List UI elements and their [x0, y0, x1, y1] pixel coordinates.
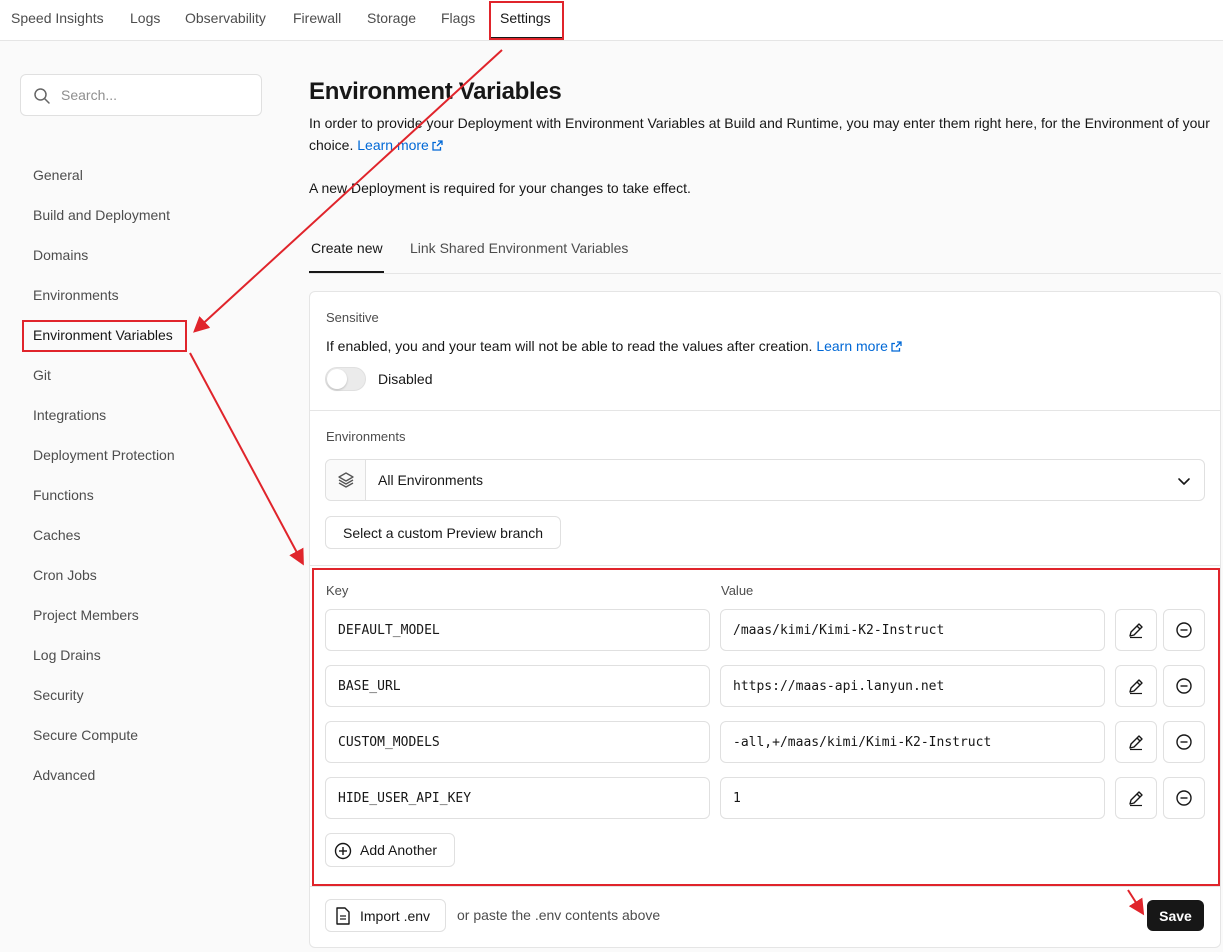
sidebar-item-advanced[interactable]: Advanced	[33, 765, 95, 785]
environments-icon-box	[326, 460, 366, 500]
section-divider	[310, 886, 1220, 887]
deployment-note: A new Deployment is required for your ch…	[309, 180, 691, 196]
value-input-2[interactable]	[720, 665, 1105, 707]
environments-select[interactable]: All Environments	[325, 459, 1205, 501]
sensitive-toggle-state: Disabled	[378, 371, 433, 387]
key-input-4[interactable]	[325, 777, 710, 819]
tab-settings[interactable]: Settings	[500, 0, 551, 37]
remove-button-2[interactable]	[1163, 665, 1205, 707]
tab-firewall[interactable]: Firewall	[293, 0, 341, 37]
sidebar-item-environment-variables[interactable]: Environment Variables	[33, 325, 173, 345]
sidebar-item-general[interactable]: General	[33, 165, 83, 185]
minus-circle-icon	[1176, 678, 1192, 694]
sidebar-item-functions[interactable]: Functions	[33, 485, 94, 505]
description-text: In order to provide your Deployment with…	[309, 115, 1210, 153]
tab-logs[interactable]: Logs	[130, 0, 160, 37]
sensitive-toggle[interactable]	[325, 367, 366, 391]
tab-speed-insights[interactable]: Speed Insights	[11, 0, 104, 37]
sidebar-item-log-drains[interactable]: Log Drains	[33, 645, 101, 665]
tab-flags[interactable]: Flags	[441, 0, 475, 37]
sidebar-item-environments[interactable]: Environments	[33, 285, 119, 305]
sensitive-learn-more-link[interactable]: Learn more	[816, 338, 902, 354]
key-column-header: Key	[326, 583, 349, 598]
sidebar-item-project-members[interactable]: Project Members	[33, 605, 139, 625]
edit-button-2[interactable]	[1115, 665, 1157, 707]
sensitive-learn-more-label: Learn more	[816, 338, 888, 354]
external-link-icon	[432, 140, 443, 151]
custom-preview-branch-button[interactable]: Select a custom Preview branch	[325, 516, 561, 549]
search-input[interactable]	[61, 85, 251, 105]
environments-label: Environments	[326, 429, 406, 444]
active-subtab-indicator	[309, 271, 384, 273]
sidebar-item-domains[interactable]: Domains	[33, 245, 88, 265]
pencil-icon	[1129, 679, 1143, 695]
external-link-icon	[891, 341, 902, 352]
import-hint: or paste the .env contents above	[457, 907, 661, 923]
key-input-3[interactable]	[325, 721, 710, 763]
minus-circle-icon	[1176, 790, 1192, 806]
environments-selected: All Environments	[378, 472, 484, 488]
chevron-down-icon	[1178, 478, 1190, 485]
value-input-4[interactable]	[720, 777, 1105, 819]
key-input-2[interactable]	[325, 665, 710, 707]
top-nav: Speed Insights Logs Observability Firewa…	[0, 0, 1223, 41]
search-icon	[34, 88, 50, 104]
import-env-button[interactable]: Import .env	[325, 899, 446, 932]
page-description: In order to provide your Deployment with…	[309, 112, 1214, 156]
edit-button-3[interactable]	[1115, 721, 1157, 763]
minus-circle-icon	[1176, 734, 1192, 750]
tab-create-new[interactable]: Create new	[311, 240, 383, 256]
pencil-icon	[1129, 735, 1143, 751]
section-divider	[310, 565, 1220, 566]
learn-more-label: Learn more	[357, 137, 429, 153]
add-another-label: Add Another	[360, 842, 438, 858]
add-another-button[interactable]: Add Another	[325, 833, 455, 867]
sensitive-label: Sensitive	[326, 310, 379, 325]
tabs-divider	[309, 273, 1221, 274]
value-input-1[interactable]	[720, 609, 1105, 651]
section-divider	[310, 410, 1220, 411]
learn-more-link[interactable]: Learn more	[357, 137, 443, 153]
sidebar-item-cron-jobs[interactable]: Cron Jobs	[33, 565, 97, 585]
value-input-3[interactable]	[720, 721, 1105, 763]
toggle-knob	[327, 369, 347, 389]
sidebar-item-security[interactable]: Security	[33, 685, 84, 705]
key-input-1[interactable]	[325, 609, 710, 651]
pencil-icon	[1129, 623, 1143, 639]
import-env-label: Import .env	[360, 907, 431, 924]
sidebar-item-integrations[interactable]: Integrations	[33, 405, 106, 425]
active-tab-indicator	[489, 37, 563, 40]
sidebar-item-secure-compute[interactable]: Secure Compute	[33, 725, 138, 745]
tab-link-shared[interactable]: Link Shared Environment Variables	[410, 240, 628, 256]
remove-button-1[interactable]	[1163, 609, 1205, 651]
tab-observability[interactable]: Observability	[185, 0, 266, 37]
pencil-icon	[1129, 791, 1143, 807]
edit-button-1[interactable]	[1115, 609, 1157, 651]
sidebar-item-caches[interactable]: Caches	[33, 525, 80, 545]
minus-circle-icon	[1176, 622, 1192, 638]
sensitive-description: If enabled, you and your team will not b…	[326, 338, 902, 354]
layers-icon	[338, 472, 354, 488]
value-column-header: Value	[721, 583, 754, 598]
file-icon	[336, 907, 350, 925]
edit-button-4[interactable]	[1115, 777, 1157, 819]
remove-button-4[interactable]	[1163, 777, 1205, 819]
sensitive-description-text: If enabled, you and your team will not b…	[326, 338, 813, 354]
sidebar-item-build-and-deployment[interactable]: Build and Deployment	[33, 205, 170, 225]
tab-storage[interactable]: Storage	[367, 0, 416, 37]
page-title: Environment Variables	[309, 78, 562, 105]
sidebar-item-deployment-protection[interactable]: Deployment Protection	[33, 445, 175, 465]
remove-button-3[interactable]	[1163, 721, 1205, 763]
sidebar-search[interactable]	[20, 74, 262, 116]
save-button[interactable]: Save	[1147, 900, 1204, 931]
plus-circle-icon	[334, 842, 352, 860]
sidebar-item-git[interactable]: Git	[33, 365, 51, 385]
arrow-env-vars-to-variables	[189, 352, 304, 566]
